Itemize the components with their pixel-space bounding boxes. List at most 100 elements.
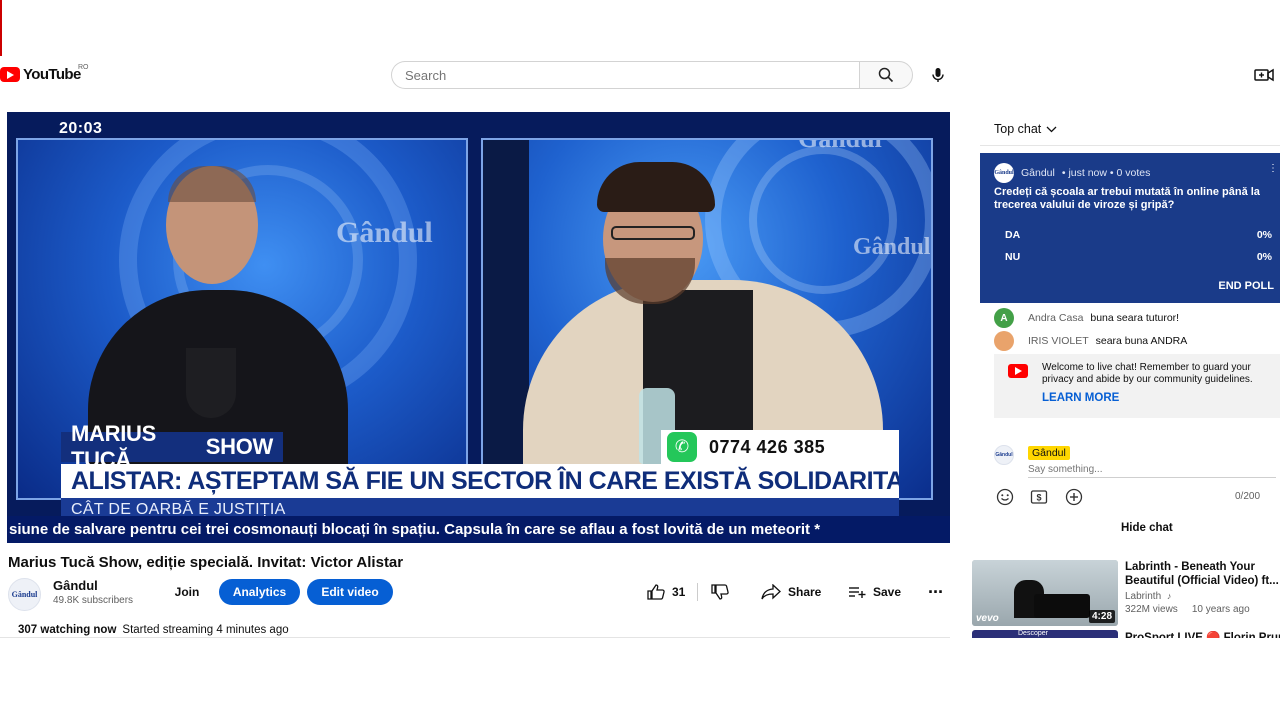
poll-option: DA 0% xyxy=(1005,229,1272,241)
save-button[interactable]: Save xyxy=(848,580,901,604)
microphone-icon[interactable] xyxy=(929,66,947,84)
like-count: 31 xyxy=(672,585,686,599)
live-stats: 307 watching now Started streaming 4 min… xyxy=(18,624,289,636)
phone-bar: ✆ 0774 426 385 xyxy=(661,430,899,464)
join-button[interactable]: Join xyxy=(164,580,210,604)
chevron-down-icon xyxy=(1046,126,1057,132)
vevo-badge: vevo xyxy=(976,613,999,624)
like-button[interactable]: 31 xyxy=(647,580,685,604)
poll-option-pct: 0% xyxy=(1256,251,1272,263)
share-label: Share xyxy=(788,585,822,599)
chat-text: buna seara tuturor! xyxy=(1090,312,1180,324)
search-icon xyxy=(878,67,894,83)
poll-status: • just now • 0 votes xyxy=(1061,167,1151,179)
chat-welcome-notice: Welcome to live chat! Remember to guard … xyxy=(994,354,1280,418)
recommendation-views: 322M views xyxy=(1125,604,1178,615)
youtube-studio-watch-page: YouTube RO Gândul Gâ xyxy=(0,0,1280,720)
more-actions-button[interactable]: ··· xyxy=(928,580,944,604)
recommendation-title[interactable]: Labrinth - Beneath Your Beautiful (Offic… xyxy=(1125,560,1280,588)
recommendation-channel-name: Labrinth xyxy=(1125,591,1162,602)
share-button[interactable]: Share xyxy=(761,580,821,604)
recommendation-thumbnail[interactable]: vevo 4:28 xyxy=(972,560,1118,626)
poll-menu-icon[interactable]: ⋮ xyxy=(1268,163,1278,174)
save-playlist-icon xyxy=(849,587,866,598)
save-label: Save xyxy=(873,585,902,599)
whatsapp-icon: ✆ xyxy=(667,432,697,462)
analytics-button[interactable]: Analytics xyxy=(219,579,300,605)
chat-text: seara buna ANDRA xyxy=(1095,335,1188,347)
add-icon[interactable] xyxy=(1065,488,1083,506)
news-ticker: siune de salvare pentru cei trei cosmona… xyxy=(7,516,950,543)
studio-logo-left: Gândul xyxy=(336,216,433,249)
studio-logo-top-right: Gândul xyxy=(798,138,882,153)
notice-text: Welcome to live chat! Remember to guard … xyxy=(1042,362,1253,385)
chat-message: IRIS VIOLET seara buna ANDRA xyxy=(994,331,1187,351)
chat-message-body: IRIS VIOLET seara buna ANDRA xyxy=(1028,335,1187,347)
chat-input-avatar: Gândul xyxy=(994,445,1014,465)
show-suffix: SHOW xyxy=(205,434,274,459)
end-poll-button[interactable]: END POLL xyxy=(1218,280,1274,292)
chat-author: IRIS VIOLET xyxy=(1028,335,1089,347)
window-edge-mark xyxy=(0,0,2,56)
chat-author: Andra Casa xyxy=(1028,312,1084,324)
poll-option-label: DA xyxy=(1005,229,1021,241)
recommendation-age: 10 years ago xyxy=(1191,604,1250,615)
channel-avatar[interactable]: Gândul xyxy=(8,578,41,611)
super-chat-icon[interactable]: $ xyxy=(1030,488,1048,506)
country-code: RO xyxy=(78,64,89,71)
like-divider xyxy=(697,583,698,601)
thumbs-down-icon xyxy=(711,584,729,600)
thumbs-up-icon xyxy=(647,584,665,600)
thumb-text: Descoper xyxy=(1018,630,1048,637)
poll-option: NU 0% xyxy=(1005,251,1272,263)
video-player[interactable]: Gândul Gândul Gândul 20:03 MARIUS TUCĂ S… xyxy=(7,112,950,543)
poll-meta: Gândul Gândul • just now • 0 votes xyxy=(994,163,1150,183)
guest-glasses xyxy=(611,226,695,240)
poll-author-avatar: Gândul xyxy=(994,163,1014,183)
subscriber-count: 49.8K subscribers xyxy=(53,595,134,606)
more-horizontal-icon: ··· xyxy=(928,581,944,602)
learn-more-link[interactable]: LEARN MORE xyxy=(1042,392,1119,404)
poll-question: Credeți că școala ar trebui mutată în on… xyxy=(994,186,1260,211)
share-icon xyxy=(761,584,781,600)
video-duration: 4:28 xyxy=(1088,610,1115,623)
broadcast-time: 20:03 xyxy=(59,120,103,137)
phone-number: 0774 426 385 xyxy=(709,436,826,457)
video-title: Marius Tucă Show, ediție specială. Invit… xyxy=(8,554,404,571)
recommendation-title[interactable]: ProSport LIVE 🔴 Florin Prun xyxy=(1125,631,1280,638)
music-note-icon: ♪ xyxy=(1166,591,1172,601)
youtube-logo[interactable]: YouTube RO xyxy=(0,64,89,83)
chat-mode-label: Top chat xyxy=(994,122,1042,136)
search-input[interactable] xyxy=(391,61,860,89)
poll-option-label: NU xyxy=(1005,251,1021,263)
dislike-button[interactable] xyxy=(711,580,729,604)
guest-hair xyxy=(597,162,715,212)
search-button[interactable] xyxy=(859,61,913,89)
recommendation-thumbnail[interactable]: Descoper xyxy=(972,630,1118,638)
edit-video-button[interactable]: Edit video xyxy=(307,579,393,605)
owner-name-badge: Gândul xyxy=(1028,446,1070,460)
youtube-play-icon xyxy=(0,67,20,82)
watching-count: 307 watching now xyxy=(18,624,117,636)
recommendation-meta: 322M views 10 years ago xyxy=(1125,604,1250,615)
recommendation-channel: Labrinth ♪ xyxy=(1125,591,1171,602)
chat-avatar xyxy=(994,331,1014,351)
thumb-piano xyxy=(1034,594,1090,618)
live-poll: Gândul Gândul • just now • 0 votes ⋮ Cre… xyxy=(980,153,1280,303)
logo-text: YouTube xyxy=(23,66,81,83)
create-video-icon[interactable] xyxy=(1254,66,1274,84)
studio-logo-right: Gândul xyxy=(853,234,931,260)
char-count: 0/200 xyxy=(1235,491,1261,502)
info-divider xyxy=(0,637,950,638)
emoji-icon[interactable] xyxy=(996,488,1014,506)
chat-mode-selector[interactable]: Top chat xyxy=(994,122,1057,136)
svg-text:$: $ xyxy=(1036,493,1041,503)
channel-name[interactable]: Gândul xyxy=(53,578,98,593)
started-streaming: Started streaming 4 minutes ago xyxy=(122,624,289,636)
poll-option-pct: 0% xyxy=(1256,229,1272,241)
hide-chat-button[interactable]: Hide chat xyxy=(1121,522,1173,534)
chat-input[interactable] xyxy=(1028,464,1276,478)
lower-third: MARIUS TUCĂ SHOW ✆ 0774 426 385 ALISTAR: … xyxy=(61,421,899,522)
chat-header-divider xyxy=(980,145,1280,146)
youtube-notice-icon xyxy=(1008,364,1028,378)
